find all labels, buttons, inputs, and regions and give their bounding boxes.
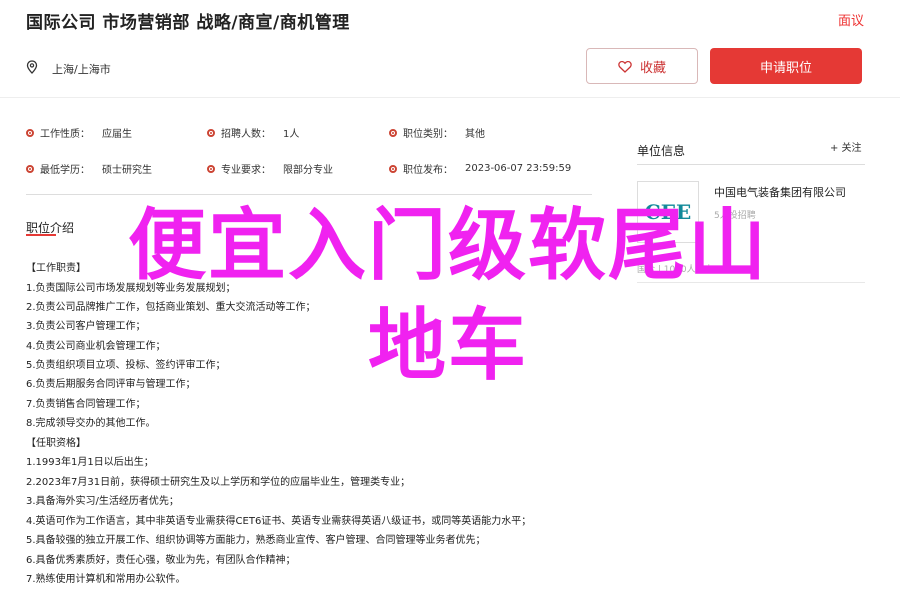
info-label: 职位发布： (403, 165, 453, 176)
description-line: 1.1993年1月1日以后出生； (26, 457, 154, 468)
job-title: 国际公司 市场营销部 战略/商宣/商机管理 (26, 13, 350, 33)
description-line: 2.2023年7月31日前，获得硕士研究生及以上学历和学位的应届毕业生，管理类专… (26, 477, 411, 488)
info-label: 招聘人数： (221, 129, 271, 140)
info-bullet-icon (207, 128, 215, 137)
info-value: 1人 (283, 129, 300, 140)
info-value: 其他 (465, 129, 485, 140)
info-bullet-icon (389, 128, 397, 137)
section-divider (26, 194, 592, 195)
description-line: 【任职资格】 (26, 438, 86, 449)
location-text: 上海/上海市 (52, 63, 111, 76)
follow-button[interactable]: + 关注 (830, 139, 862, 154)
info-label: 最低学历： (40, 165, 90, 176)
company-info-title: 单位信息 (637, 144, 686, 158)
sidebar-divider (637, 164, 865, 165)
info-item-category: 职位类别： 其他 (389, 125, 485, 140)
info-item-education: 最低学历： 硕士研究生 (26, 161, 152, 176)
info-bullet-icon (26, 128, 34, 137)
info-value: 应届生 (102, 129, 132, 140)
info-value: 硕士研究生 (102, 165, 152, 176)
description-line: 8.完成领导交办的其他工作。 (26, 418, 156, 429)
location-pin-icon (26, 60, 38, 74)
info-label: 职位类别： (403, 129, 453, 140)
description-line: 6.具备优秀素质好，责任心强，敬业为先，有团队合作精神； (26, 555, 296, 566)
description-line: 7.熟练使用计算机和常用办公软件。 (26, 574, 186, 585)
favorite-button[interactable]: 收藏 (586, 48, 698, 84)
info-bullet-icon (207, 164, 215, 173)
header-divider (0, 97, 900, 98)
salary-label: 面议 (837, 14, 864, 29)
description-line: 5.具备较强的独立开展工作、组织协调等方面能力，熟悉商业宣传、客户管理、合同管理… (26, 535, 486, 546)
info-item-major: 专业要求： 限部分专业 (207, 161, 333, 176)
info-item-count: 招聘人数： 1人 (207, 125, 299, 140)
favorite-label: 收藏 (639, 60, 666, 76)
info-item-nature: 工作性质： 应届生 (26, 125, 132, 140)
info-label: 专业要求： (221, 165, 271, 176)
overlay-line-2: 地车 (367, 301, 528, 391)
description-line: 7.负责销售合同管理工作； (26, 399, 146, 410)
overlay-line-1: 便宜入门级软尾山 (127, 201, 768, 291)
info-value: 限部分专业 (283, 165, 333, 176)
info-bullet-icon (26, 164, 34, 173)
heart-icon (618, 60, 632, 73)
overlay-caption: 便宜入门级软尾山 地车 (18, 196, 878, 396)
info-value: 2023-06-07 23:59:59 (465, 163, 572, 174)
description-line: 4.英语可作为工作语言，其中非英语专业需获得CET6证书、英语专业需获得英语八级… (26, 516, 532, 527)
info-bullet-icon (389, 164, 397, 173)
apply-button[interactable]: 申请职位 (710, 48, 862, 84)
info-label: 工作性质： (40, 129, 90, 140)
description-line: 3.具备海外实习/生活经历者优先； (26, 496, 179, 507)
info-item-published: 职位发布： 2023-06-07 23:59:59 (389, 161, 571, 176)
